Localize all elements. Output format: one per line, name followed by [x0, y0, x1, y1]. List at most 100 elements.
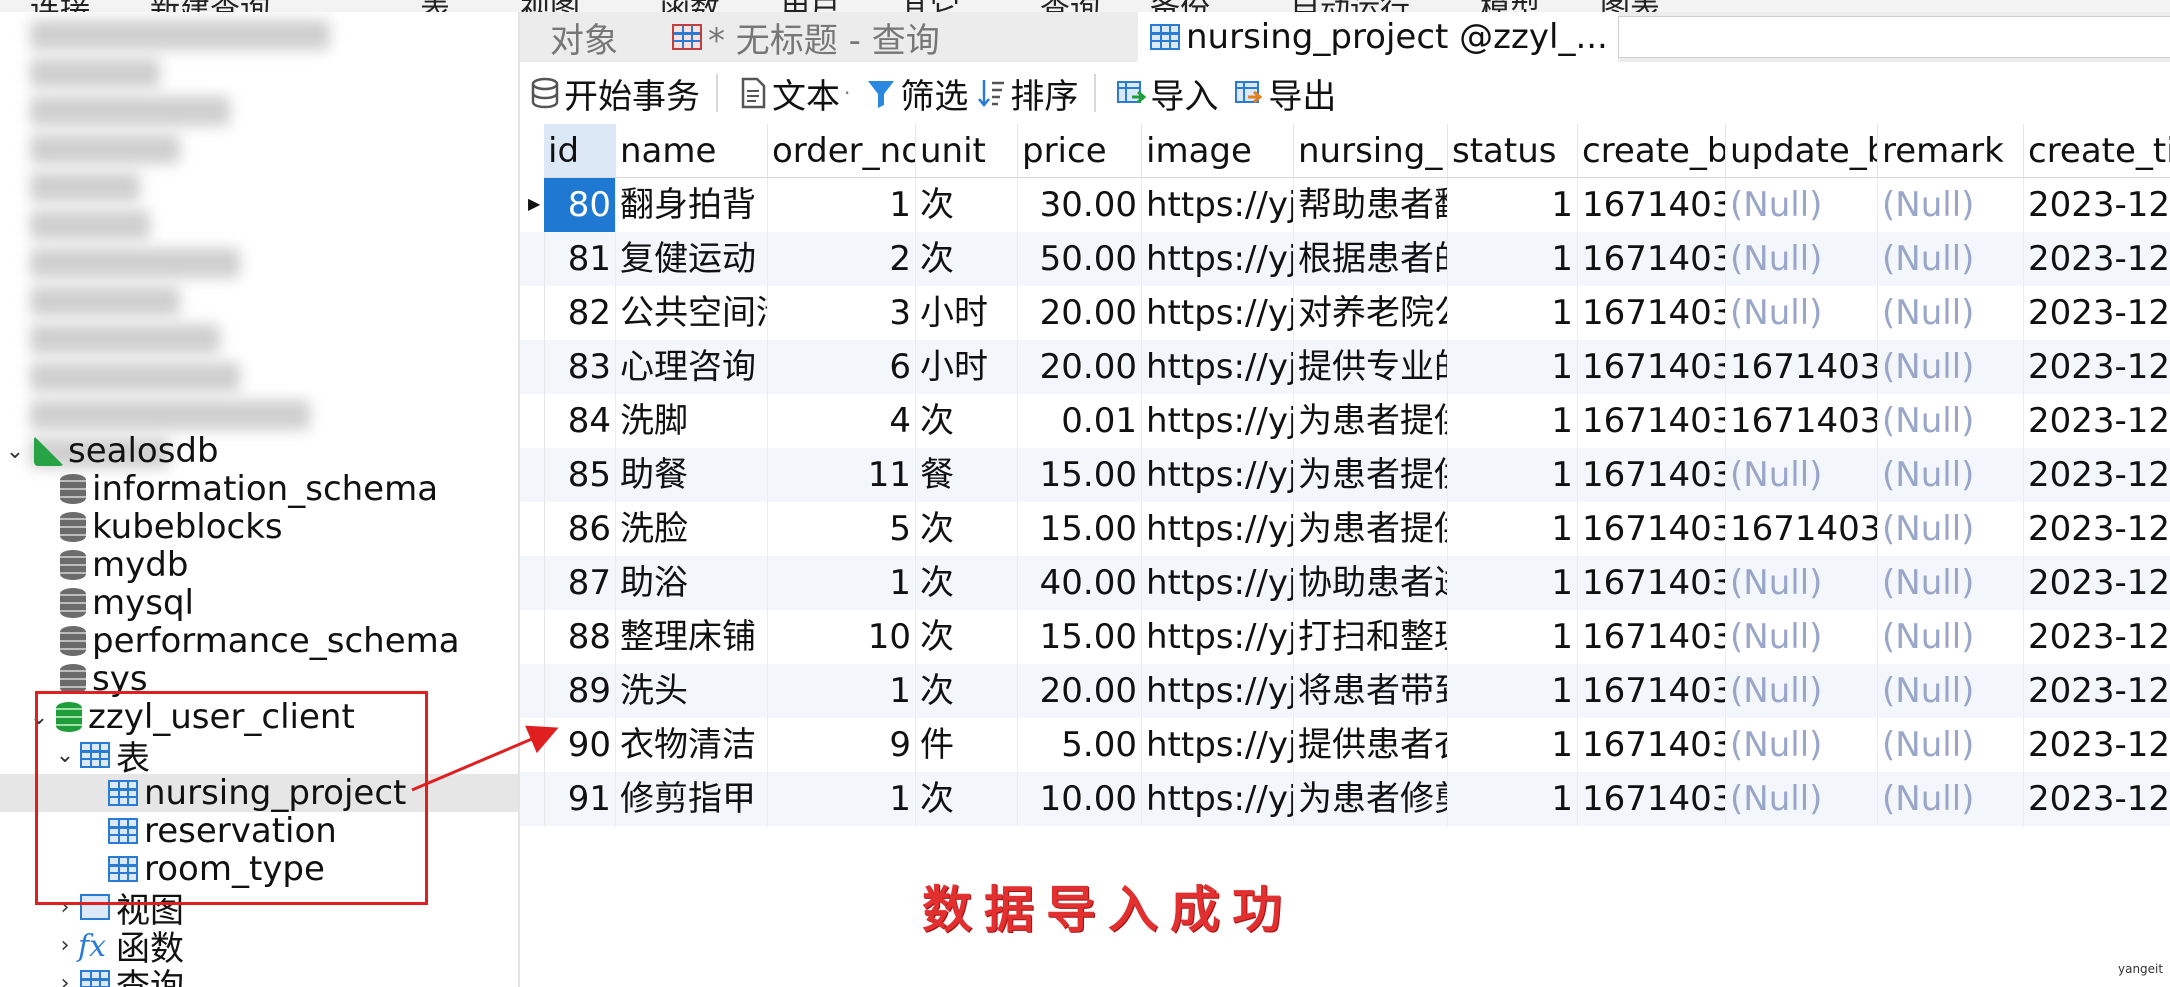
cell-price[interactable]: 0.01: [1018, 394, 1142, 448]
cell-nursing-[interactable]: 提供患者衣: [1294, 718, 1448, 772]
table-row[interactable]: 83心理咨询6小时20.00https://yj提供专业的11671403167…: [520, 340, 2170, 394]
cell-unit[interactable]: 次: [916, 178, 1018, 232]
column-header-order-no[interactable]: order_no: [768, 124, 916, 178]
cell-nursing-[interactable]: 协助患者进: [1294, 556, 1448, 610]
table-row[interactable]: 88整理床铺10次15.00https://yj打扫和整理11671403(Nu…: [520, 610, 2170, 664]
import-button[interactable]: 导入: [1116, 69, 1218, 118]
cell-status[interactable]: 1: [1448, 232, 1578, 286]
cell-name[interactable]: 助餐: [616, 448, 768, 502]
cell-create-by[interactable]: 1671403: [1578, 718, 1726, 772]
row-selector[interactable]: [520, 664, 545, 718]
cell-price[interactable]: 5.00: [1018, 718, 1142, 772]
blurred-connection-item[interactable]: [30, 134, 180, 164]
cell-remark[interactable]: (Null): [1878, 664, 2024, 718]
cell-image[interactable]: https://yj: [1142, 718, 1294, 772]
row-selector[interactable]: [520, 556, 545, 610]
cell-update-by[interactable]: 1671403: [1726, 502, 1878, 556]
cell-order-no[interactable]: 1: [768, 772, 916, 826]
cell-nursing-[interactable]: 帮助患者翻: [1294, 178, 1448, 232]
cell-remark[interactable]: (Null): [1878, 394, 2024, 448]
blurred-connection-item[interactable]: [30, 324, 220, 354]
row-selector[interactable]: [520, 502, 545, 556]
cell-create-ti[interactable]: 2023-12: [2024, 610, 2170, 664]
tree-connection-sealosdb[interactable]: ⌄ sealosdb: [0, 431, 219, 471]
cell-update-by[interactable]: (Null): [1726, 286, 1878, 340]
column-header-remark[interactable]: remark: [1878, 124, 2024, 178]
cell-create-ti[interactable]: 2023-12: [2024, 178, 2170, 232]
cell-nursing-[interactable]: 打扫和整理: [1294, 610, 1448, 664]
cell-status[interactable]: 1: [1448, 502, 1578, 556]
cell-remark[interactable]: (Null): [1878, 178, 2024, 232]
cell-update-by[interactable]: (Null): [1726, 718, 1878, 772]
cell-create-by[interactable]: 1671403: [1578, 394, 1726, 448]
cell-create-ti[interactable]: 2023-12: [2024, 340, 2170, 394]
cell-create-by[interactable]: 1671403: [1578, 556, 1726, 610]
table-row[interactable]: 84洗脚4次0.01https://yj为患者提供116714031671403…: [520, 394, 2170, 448]
table-row[interactable]: 81复健运动2次50.00https://yj根据患者的11671403(Nul…: [520, 232, 2170, 286]
cell-id[interactable]: 87: [544, 556, 616, 610]
blurred-connection-item[interactable]: [30, 172, 140, 202]
column-header-create-ti[interactable]: create_ti: [2024, 124, 2170, 178]
cell-price[interactable]: 40.00: [1018, 556, 1142, 610]
cell-update-by[interactable]: (Null): [1726, 772, 1878, 826]
cell-status[interactable]: 1: [1448, 556, 1578, 610]
dropdown-indicator-icon[interactable]: ·: [844, 81, 850, 105]
cell-id[interactable]: 82: [544, 286, 616, 340]
cell-nursing-[interactable]: 为患者提供: [1294, 448, 1448, 502]
column-header-nursing-[interactable]: nursing_: [1294, 124, 1448, 178]
row-selector-arrow-icon[interactable]: ▶: [520, 178, 545, 232]
cell-remark[interactable]: (Null): [1878, 448, 2024, 502]
cell-update-by[interactable]: (Null): [1726, 232, 1878, 286]
tree-db-information-schema[interactable]: information_schema: [56, 469, 438, 509]
cell-unit[interactable]: 次: [916, 502, 1018, 556]
cell-create-by[interactable]: 1671403: [1578, 340, 1726, 394]
cell-name[interactable]: 洗脚: [616, 394, 768, 448]
cell-unit[interactable]: 小时: [916, 286, 1018, 340]
tree-db-mysql[interactable]: mysql: [56, 583, 194, 623]
cell-price[interactable]: 20.00: [1018, 340, 1142, 394]
table-row[interactable]: 85助餐11餐15.00https://yj为患者提供11671403(Null…: [520, 448, 2170, 502]
cell-name[interactable]: 公共空间清: [616, 286, 768, 340]
column-header-unit[interactable]: unit: [916, 124, 1018, 178]
cell-id[interactable]: 80: [544, 178, 616, 232]
table-row[interactable]: 86洗脸5次15.00https://yj为患者提供11671403167140…: [520, 502, 2170, 556]
cell-name[interactable]: 助浴: [616, 556, 768, 610]
cell-create-ti[interactable]: 2023-12: [2024, 664, 2170, 718]
cell-price[interactable]: 15.00: [1018, 610, 1142, 664]
cell-create-ti[interactable]: 2023-12: [2024, 286, 2170, 340]
row-selector[interactable]: [520, 340, 545, 394]
table-row[interactable]: ▶80翻身拍背1次30.00https://yj帮助患者翻11671403(Nu…: [520, 178, 2170, 232]
cell-remark[interactable]: (Null): [1878, 232, 2024, 286]
row-selector[interactable]: [520, 286, 545, 340]
cell-update-by[interactable]: 1671403: [1726, 394, 1878, 448]
blurred-connection-item[interactable]: [30, 248, 240, 278]
row-selector[interactable]: [520, 772, 545, 826]
tree-db-mydb[interactable]: mydb: [56, 545, 188, 585]
cell-create-ti[interactable]: 2023-12: [2024, 394, 2170, 448]
tab-untitled-query[interactable]: * 无标题 - 查询: [660, 12, 950, 62]
cell-unit[interactable]: 次: [916, 664, 1018, 718]
cell-status[interactable]: 1: [1448, 610, 1578, 664]
cell-name[interactable]: 修剪指甲: [616, 772, 768, 826]
cell-remark[interactable]: (Null): [1878, 718, 2024, 772]
cell-unit[interactable]: 次: [916, 610, 1018, 664]
column-header-create-by[interactable]: create_by: [1578, 124, 1726, 178]
cell-update-by[interactable]: (Null): [1726, 448, 1878, 502]
cell-price[interactable]: 30.00: [1018, 178, 1142, 232]
cell-name[interactable]: 心理咨询: [616, 340, 768, 394]
cell-update-by[interactable]: (Null): [1726, 610, 1878, 664]
cell-unit[interactable]: 次: [916, 556, 1018, 610]
cell-remark[interactable]: (Null): [1878, 286, 2024, 340]
cell-name[interactable]: 翻身拍背: [616, 178, 768, 232]
cell-create-ti[interactable]: 2023-12: [2024, 448, 2170, 502]
cell-order-no[interactable]: 1: [768, 178, 916, 232]
cell-price[interactable]: 20.00: [1018, 664, 1142, 718]
cell-order-no[interactable]: 3: [768, 286, 916, 340]
cell-create-ti[interactable]: 2023-12: [2024, 232, 2170, 286]
row-selector[interactable]: [520, 718, 545, 772]
cell-unit[interactable]: 次: [916, 232, 1018, 286]
cell-status[interactable]: 1: [1448, 664, 1578, 718]
cell-order-no[interactable]: 1: [768, 556, 916, 610]
export-button[interactable]: 导出: [1234, 69, 1336, 118]
table-row[interactable]: 87助浴1次40.00https://yj协助患者进11671403(Null)…: [520, 556, 2170, 610]
